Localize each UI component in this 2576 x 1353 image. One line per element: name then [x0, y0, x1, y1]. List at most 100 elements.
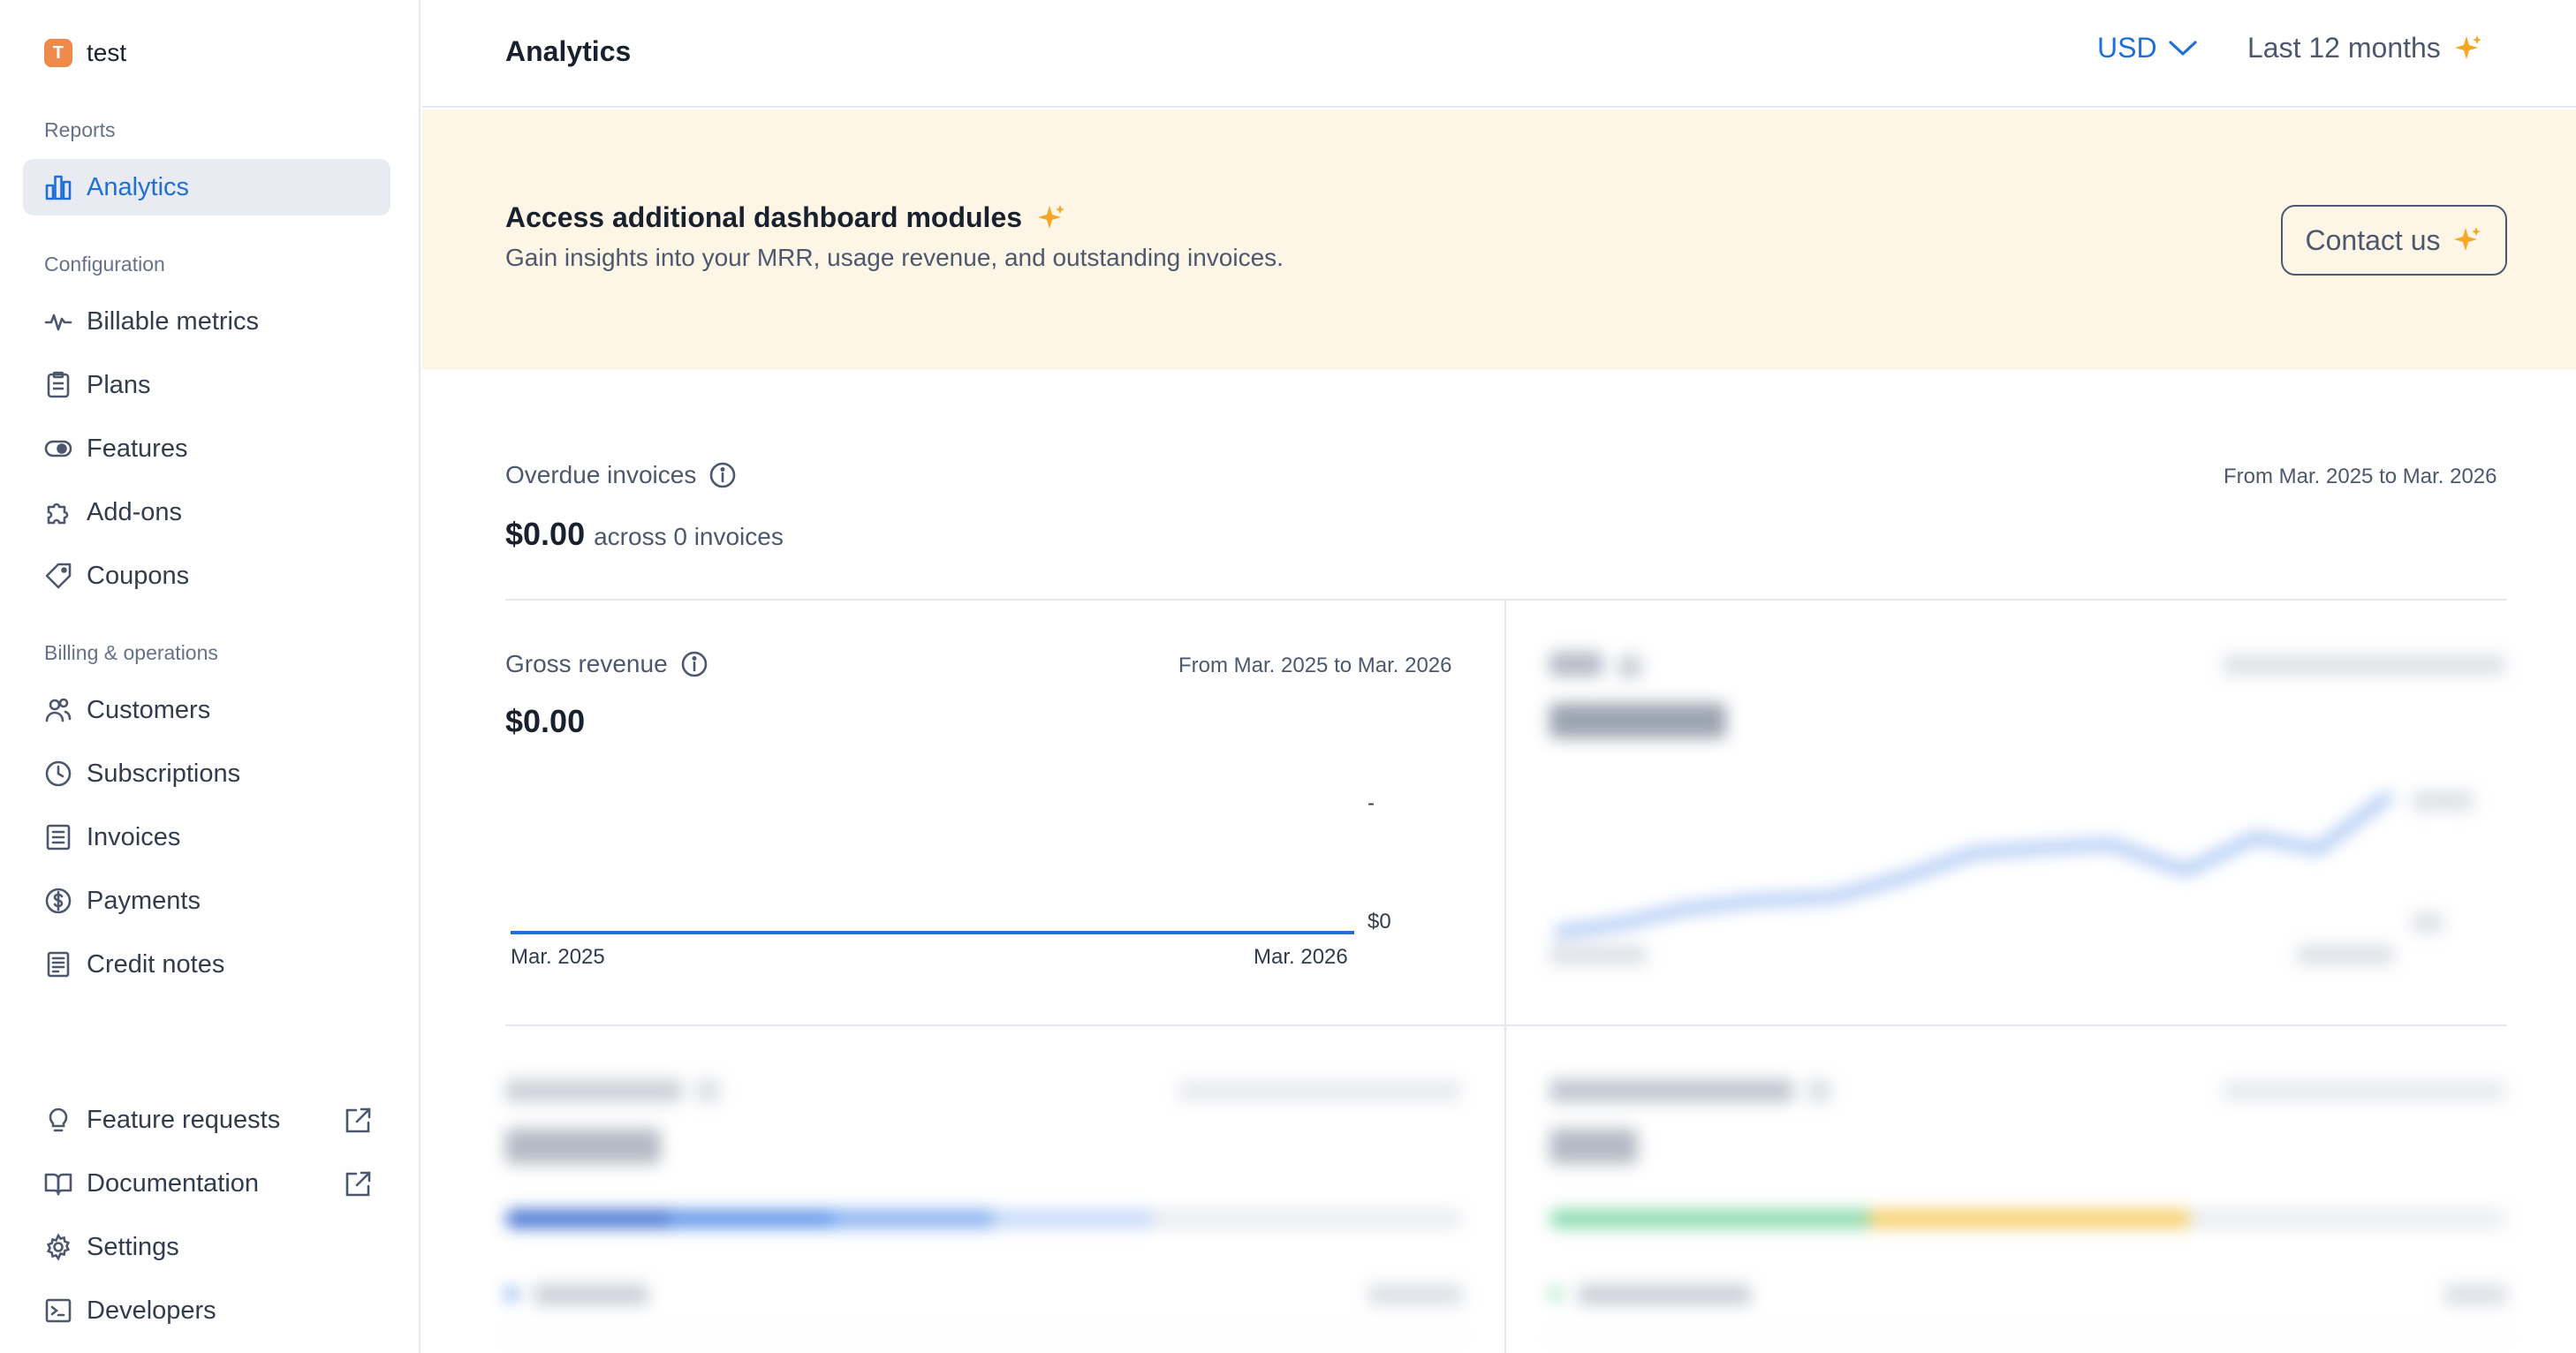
gear-icon: [42, 1231, 74, 1263]
upgrade-banner: Access additional dashboard modules Gain…: [422, 110, 2576, 369]
info-icon: [1806, 1077, 1832, 1104]
external-link-icon: [343, 1106, 373, 1136]
placeholder-title: [505, 1079, 682, 1102]
placeholder-legend: [1578, 1284, 1751, 1305]
overdue-suffix: across 0 invoices: [594, 523, 784, 550]
info-icon[interactable]: [708, 461, 737, 489]
banner-title-text: Access additional dashboard modules: [505, 201, 1023, 233]
sidebar-item-customers[interactable]: Customers: [23, 682, 390, 738]
sidebar-item-label: Billable metrics: [87, 306, 259, 336]
outstanding-bar: [1549, 1210, 2507, 1228]
sidebar-item-label: Add-ons: [87, 497, 183, 526]
overdue-range: From Mar. 2025 to Mar. 2026: [2224, 465, 2497, 488]
sidebar-item-label: Documentation: [87, 1168, 260, 1198]
y-axis-top-label: -: [1368, 791, 1375, 815]
sidebar-item-subscriptions[interactable]: Subscriptions: [23, 745, 390, 802]
sidebar-item-label: Settings: [87, 1232, 179, 1261]
divider: [1549, 1335, 2507, 1337]
placeholder-range: [1178, 1081, 1461, 1100]
y-axis-bottom-label: $0: [1368, 910, 1391, 933]
gross-revenue-title: Gross revenue: [505, 650, 708, 678]
period-select[interactable]: Last 12 months: [2247, 32, 2483, 64]
sidebar-item-label: Plans: [87, 370, 151, 399]
page-title: Analytics: [505, 35, 632, 67]
sidebar-item-coupons[interactable]: Coupons: [23, 548, 390, 604]
info-icon[interactable]: [680, 650, 708, 678]
overdue-value-row: $0.00 across 0 invoices: [505, 516, 784, 553]
book-icon: [42, 1168, 74, 1199]
gross-revenue-range: From Mar. 2025 to Mar. 2026: [1178, 654, 1452, 677]
sidebar-item-analytics[interactable]: Analytics: [23, 159, 390, 215]
sidebar-item-label: Customers: [87, 695, 211, 724]
section-title-billing: Billing & operations: [44, 641, 218, 664]
placeholder-legend-value: [1368, 1284, 1463, 1305]
sidebar: T test Reports Analytics Configuration B…: [0, 0, 420, 1353]
x-axis-start-label: Mar. 2025: [511, 945, 605, 969]
x-axis-end-label: Mar. 2026: [1254, 945, 1348, 969]
tag-icon: [42, 560, 74, 592]
placeholder-axis: [1549, 945, 1647, 964]
org-name: test: [87, 39, 127, 66]
sparkle-icon: [1038, 204, 1065, 229]
clock-icon: [42, 758, 74, 790]
dollar-circle-icon: [42, 885, 74, 917]
period-label: Last 12 months: [2247, 32, 2441, 64]
sidebar-item-label: Developers: [87, 1296, 216, 1325]
sidebar-item-developers[interactable]: Developers: [23, 1282, 390, 1339]
placeholder-range: [2223, 1081, 2505, 1100]
placeholder-axis: [2412, 791, 2474, 811]
sidebar-item-settings[interactable]: Settings: [23, 1219, 390, 1275]
placeholder-axis: [2297, 945, 2394, 964]
usage-bar: [505, 1210, 1463, 1228]
placeholder-range: [2223, 655, 2505, 675]
sidebar-item-label: Payments: [87, 886, 201, 915]
sidebar-item-payments[interactable]: Payments: [23, 873, 390, 929]
info-icon: [1617, 654, 1643, 680]
puzzle-icon: [42, 496, 74, 528]
sidebar-item-label: Subscriptions: [87, 759, 241, 788]
sparkle-icon: [2454, 227, 2481, 251]
org-switcher[interactable]: T test: [44, 39, 126, 67]
sidebar-item-features[interactable]: Features: [23, 420, 390, 477]
divider: [505, 599, 2507, 601]
divider: [505, 1335, 1463, 1337]
gross-revenue-title-text: Gross revenue: [505, 650, 668, 677]
placeholder-title: [1549, 1079, 1793, 1102]
sidebar-item-documentation[interactable]: Documentation: [23, 1155, 390, 1212]
page-header: Analytics USD Last 12 months: [422, 0, 2576, 108]
toggle-icon: [42, 433, 74, 465]
clipboard-icon: [42, 369, 74, 401]
sidebar-item-label: Credit notes: [87, 949, 225, 979]
overdue-value: $0.00: [505, 516, 586, 552]
sidebar-item-label: Analytics: [87, 172, 190, 201]
contact-us-button[interactable]: Contact us: [2281, 205, 2507, 276]
banner-subtitle: Gain insights into your MRR, usage reven…: [505, 244, 1284, 271]
sidebar-item-add-ons[interactable]: Add-ons: [23, 484, 390, 540]
overdue-title-text: Overdue invoices: [505, 461, 697, 488]
sidebar-item-feature-requests[interactable]: Feature requests: [23, 1092, 390, 1148]
placeholder-value: [505, 1129, 661, 1164]
placeholder-title: [1549, 652, 1602, 676]
sidebar-item-credit-notes[interactable]: Credit notes: [23, 936, 390, 993]
divider: [505, 1024, 2507, 1026]
sidebar-item-billable-metrics[interactable]: Billable metrics: [23, 293, 390, 350]
receipt-icon: [42, 949, 74, 980]
legend-dot: [1549, 1288, 1562, 1300]
divider: [1504, 601, 1506, 1353]
placeholder-value: [1549, 1129, 1638, 1164]
placeholder-legend-value: [2443, 1284, 2507, 1305]
mrr-sparkline: [1554, 791, 2394, 937]
overdue-title: Overdue invoices: [505, 461, 737, 489]
sidebar-item-plans[interactable]: Plans: [23, 357, 390, 413]
org-avatar: T: [44, 39, 72, 67]
terminal-icon: [42, 1295, 74, 1327]
info-icon: [694, 1077, 721, 1104]
contact-us-label: Contact us: [2305, 223, 2441, 256]
banner-title: Access additional dashboard modules: [505, 201, 1066, 234]
currency-select[interactable]: USD: [2097, 32, 2198, 64]
bar-chart-icon: [42, 171, 74, 203]
sparkle-icon: [2454, 34, 2481, 59]
sidebar-item-label: Features: [87, 434, 188, 463]
external-link-icon: [343, 1169, 373, 1199]
sidebar-item-invoices[interactable]: Invoices: [23, 809, 390, 865]
